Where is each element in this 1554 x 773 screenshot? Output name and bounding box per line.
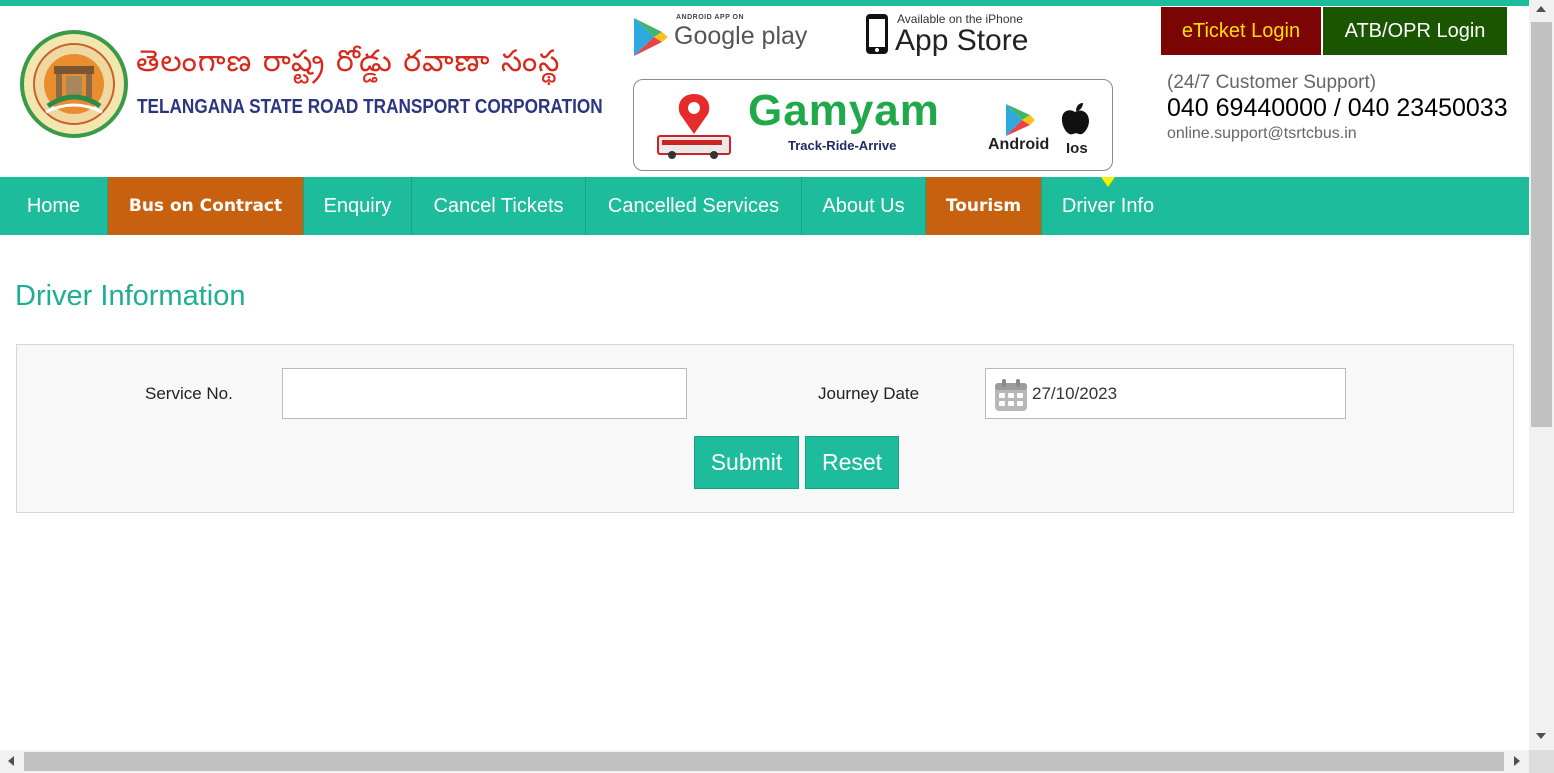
service-no-input[interactable] — [282, 368, 687, 419]
eticket-login-button[interactable]: eTicket Login — [1161, 7, 1321, 55]
horizontal-scroll-thumb[interactable] — [24, 752, 1504, 771]
main-nav: Home Bus on Contract Enquiry Cancel Tick… — [0, 177, 1529, 235]
scroll-left-arrow-icon[interactable] — [8, 756, 14, 766]
gamyam-title: Gamyam — [748, 86, 940, 135]
nav-tourism[interactable]: Tourism — [926, 177, 1042, 235]
nav-enquiry[interactable]: Enquiry — [304, 177, 412, 235]
scroll-down-arrow-icon[interactable] — [1536, 733, 1546, 739]
active-indicator-caret — [1101, 177, 1115, 187]
google-play-text: Google play — [674, 22, 808, 50]
scrollbar-corner — [1529, 750, 1554, 773]
brand-english-name: TELANGANA STATE ROAD TRANSPORT CORPORATI… — [137, 96, 603, 118]
nav-home[interactable]: Home — [0, 177, 108, 235]
scroll-right-arrow-icon[interactable] — [1514, 756, 1520, 766]
apple-icon — [1061, 103, 1089, 135]
submit-button[interactable]: Submit — [694, 436, 799, 489]
scroll-up-arrow-icon[interactable] — [1536, 6, 1546, 12]
vertical-scrollbar[interactable] — [1529, 0, 1554, 750]
horizontal-scrollbar[interactable] — [0, 750, 1529, 773]
nav-driver-info-label: Driver Info — [1061, 194, 1155, 217]
google-play-small-text: ANDROID APP ON — [676, 14, 745, 21]
service-no-label: Service No. — [145, 384, 233, 403]
nav-cancelled-services[interactable]: Cancelled Services — [586, 177, 802, 235]
vertical-scroll-thumb[interactable] — [1531, 22, 1552, 427]
gamyam-app-banner[interactable]: Gamyam Track-Ride-Arrive Android Ios — [633, 79, 1113, 171]
app-store-text: App Store — [895, 24, 1029, 57]
play-store-icon — [1006, 104, 1035, 136]
reset-button[interactable]: Reset — [805, 436, 899, 489]
nav-driver-info[interactable]: Driver Info — [1042, 177, 1174, 235]
app-store-badge[interactable]: Available on the iPhone App Store — [864, 10, 1034, 58]
gamyam-tagline: Track-Ride-Arrive — [788, 138, 897, 153]
journey-date-label: Journey Date — [818, 384, 920, 403]
page-title: Driver Information — [15, 280, 246, 312]
nav-bus-on-contract[interactable]: Bus on Contract — [108, 177, 304, 235]
support-email-link[interactable]: online.support@tsrtcbus.in — [1167, 125, 1357, 143]
map-pin-bus-icon — [657, 94, 731, 159]
journey-date-input[interactable] — [1032, 369, 1332, 418]
gamyam-android-label: Android — [988, 136, 1050, 153]
calendar-icon[interactable] — [994, 378, 1028, 412]
tsrtc-emblem-logo[interactable] — [18, 28, 130, 140]
google-play-badge[interactable]: ANDROID APP ON Google play — [632, 14, 807, 60]
iphone-icon — [866, 14, 888, 54]
gamyam-ios-label: Ios — [1066, 140, 1088, 157]
support-phone: 040 69440000 / 040 23450033 — [1167, 94, 1508, 122]
nav-about-us[interactable]: About Us — [802, 177, 926, 235]
emblem-icon — [20, 30, 128, 138]
journey-date-field[interactable] — [985, 368, 1346, 419]
nav-cancel-tickets[interactable]: Cancel Tickets — [412, 177, 586, 235]
google-play-icon — [634, 18, 668, 56]
brand-telugu-name: తెలంగాణ రాష్ట్ర రోడ్డు రవాణా సంస్థ — [136, 44, 561, 79]
atb-opr-login-button[interactable]: ATB/OPR Login — [1323, 7, 1507, 55]
support-label: (24/7 Customer Support) — [1167, 72, 1377, 93]
top-accent-strip — [0, 0, 1529, 6]
